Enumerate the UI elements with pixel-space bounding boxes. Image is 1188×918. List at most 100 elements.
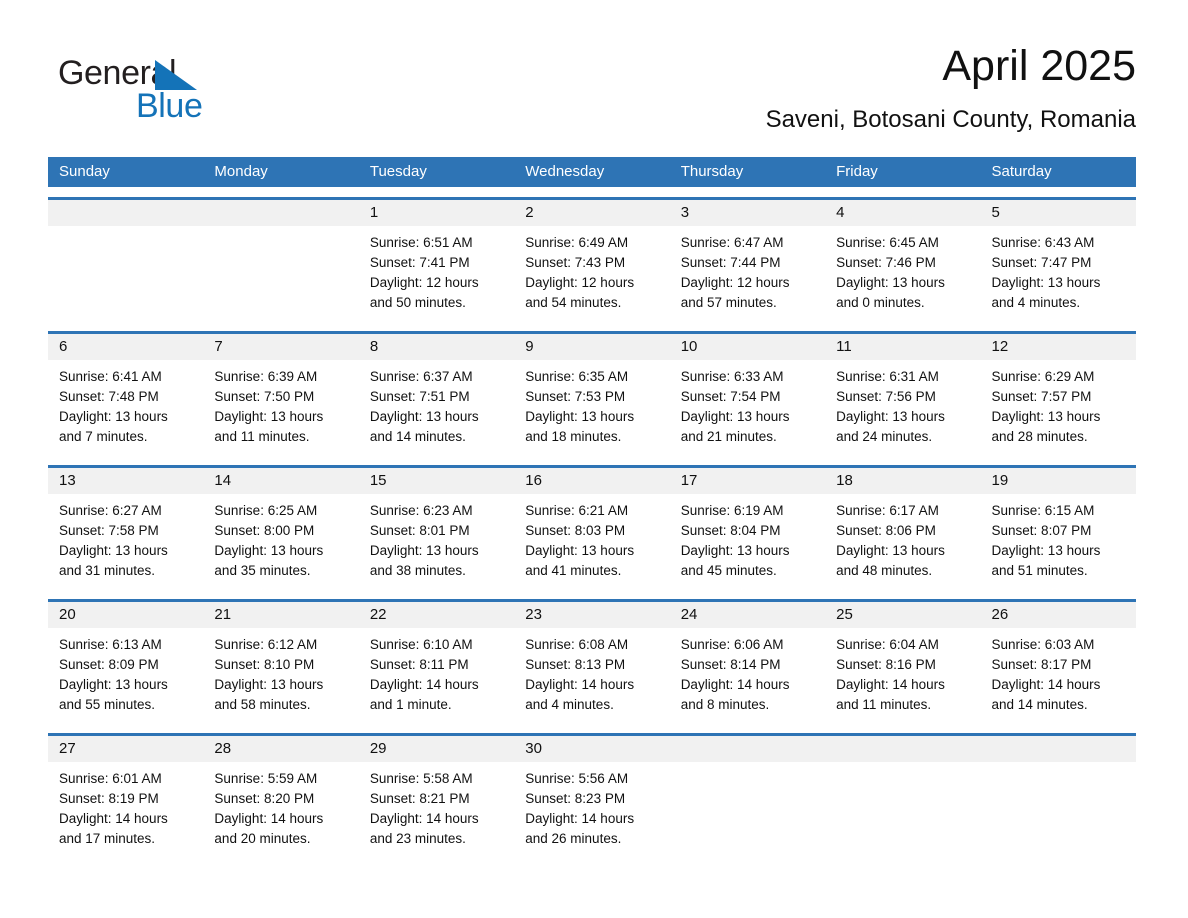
day-number[interactable]: 21 bbox=[203, 602, 358, 628]
sunset-text: Sunset: 8:16 PM bbox=[836, 657, 936, 672]
day-number[interactable]: 6 bbox=[48, 334, 203, 360]
day-number[interactable]: 12 bbox=[981, 334, 1136, 360]
sunset-text: Sunset: 8:13 PM bbox=[525, 657, 626, 672]
day-number[interactable]: 1 bbox=[359, 200, 514, 226]
sunrise-text: Sunrise: 6:01 AM bbox=[59, 771, 162, 786]
calendar-week-row: 20 21 22 23 24 25 26 Sunrise: 6:13 AM Su… bbox=[48, 599, 1136, 723]
day-number[interactable]: 8 bbox=[359, 334, 514, 360]
sunset-text: Sunset: 8:00 PM bbox=[214, 523, 315, 538]
sunrise-text: Sunrise: 6:19 AM bbox=[680, 503, 784, 518]
day-cell bbox=[203, 226, 358, 321]
day-number[interactable]: 26 bbox=[981, 602, 1136, 628]
day-number[interactable]: 18 bbox=[825, 468, 980, 494]
daylight-text: Daylight: 13 hours and 58 minutes. bbox=[214, 677, 324, 712]
sunrise-text: Sunrise: 6:39 AM bbox=[214, 369, 318, 384]
day-number[interactable] bbox=[981, 736, 1136, 762]
day-number[interactable]: 14 bbox=[203, 468, 358, 494]
weekday-header-monday: Monday bbox=[214, 163, 268, 180]
day-number[interactable]: 30 bbox=[514, 736, 669, 762]
sunrise-text: Sunrise: 6:31 AM bbox=[836, 369, 939, 384]
day-cell: Sunrise: 6:25 AM Sunset: 8:00 PM Dayligh… bbox=[203, 494, 358, 589]
daylight-text: Daylight: 13 hours and 4 minutes. bbox=[991, 275, 1101, 310]
sunset-text: Sunset: 7:58 PM bbox=[59, 523, 159, 538]
daylight-text: Daylight: 13 hours and 48 minutes. bbox=[836, 543, 945, 578]
daylight-text: Daylight: 13 hours and 41 minutes. bbox=[525, 543, 635, 578]
sunrise-text: Sunrise: 6:37 AM bbox=[369, 369, 473, 384]
day-number[interactable] bbox=[670, 736, 825, 762]
day-number[interactable]: 28 bbox=[203, 736, 358, 762]
sunset-text: Sunset: 8:07 PM bbox=[991, 523, 1092, 538]
title-block: April 2025 Saveni, Botosani County, Roma… bbox=[766, 40, 1136, 136]
week-date-band: 1 2 3 4 5 bbox=[48, 200, 1136, 226]
daylight-text: Daylight: 13 hours and 31 minutes. bbox=[59, 543, 168, 578]
daylight-text: Daylight: 14 hours and 14 minutes. bbox=[991, 677, 1101, 712]
day-number[interactable]: 16 bbox=[514, 468, 669, 494]
weekday-header-row: Sunday Monday Tuesday Wednesday Thursday… bbox=[48, 157, 1136, 187]
week-date-band: 13 14 15 16 17 18 19 bbox=[48, 468, 1136, 494]
day-number[interactable]: 19 bbox=[981, 468, 1136, 494]
day-number[interactable]: 22 bbox=[359, 602, 514, 628]
sunset-text: Sunset: 7:48 PM bbox=[59, 389, 159, 404]
daylight-text: Daylight: 13 hours and 0 minutes. bbox=[836, 275, 945, 310]
day-number[interactable]: 25 bbox=[825, 602, 980, 628]
day-number[interactable]: 2 bbox=[514, 200, 669, 226]
daylight-text: Daylight: 13 hours and 14 minutes. bbox=[369, 409, 479, 444]
sunset-text: Sunset: 7:50 PM bbox=[214, 389, 315, 404]
day-cell: Sunrise: 6:45 AM Sunset: 7:46 PM Dayligh… bbox=[825, 226, 980, 321]
day-cell: Sunrise: 6:29 AM Sunset: 7:57 PM Dayligh… bbox=[981, 360, 1136, 455]
sunset-text: Sunset: 7:53 PM bbox=[525, 389, 626, 404]
sunrise-text: Sunrise: 6:25 AM bbox=[214, 503, 318, 518]
week-detail-row: Sunrise: 6:41 AM Sunset: 7:48 PM Dayligh… bbox=[48, 360, 1136, 455]
sunset-text: Sunset: 8:06 PM bbox=[836, 523, 936, 538]
sunrise-text: Sunrise: 6:41 AM bbox=[59, 369, 162, 384]
sunrise-text: Sunrise: 6:33 AM bbox=[680, 369, 784, 384]
calendar-week-row: 6 7 8 9 10 11 12 Sunrise: 6:41 AM Sunset… bbox=[48, 331, 1136, 455]
day-number[interactable]: 17 bbox=[670, 468, 825, 494]
day-number[interactable] bbox=[48, 200, 203, 226]
calendar-week-row: 27 28 29 30 Sunrise: 6:01 AM Sunset: 8:1… bbox=[48, 733, 1136, 857]
calendar-page: General Blue April 2025 Saveni, Botosani… bbox=[0, 0, 1188, 918]
daylight-text: Daylight: 13 hours and 35 minutes. bbox=[214, 543, 324, 578]
day-number[interactable]: 10 bbox=[670, 334, 825, 360]
day-number[interactable]: 4 bbox=[825, 200, 980, 226]
sunrise-text: Sunrise: 5:58 AM bbox=[369, 771, 473, 786]
day-number[interactable] bbox=[825, 736, 980, 762]
day-number[interactable]: 5 bbox=[981, 200, 1136, 226]
day-number[interactable]: 24 bbox=[670, 602, 825, 628]
sunset-text: Sunset: 7:54 PM bbox=[680, 389, 781, 404]
page-title: April 2025 bbox=[942, 42, 1136, 90]
calendar-week-row: 1 2 3 4 5 Sunrise: 6:51 AM Sunset: 7:41 … bbox=[48, 197, 1136, 321]
day-number[interactable]: 15 bbox=[359, 468, 514, 494]
daylight-text: Daylight: 12 hours and 54 minutes. bbox=[525, 275, 635, 310]
sunset-text: Sunset: 8:23 PM bbox=[525, 791, 626, 806]
day-number[interactable]: 7 bbox=[203, 334, 358, 360]
day-number[interactable]: 13 bbox=[48, 468, 203, 494]
day-number[interactable]: 3 bbox=[670, 200, 825, 226]
weekday-header-thursday: Thursday bbox=[680, 163, 744, 180]
day-cell bbox=[670, 762, 825, 857]
day-number[interactable]: 27 bbox=[48, 736, 203, 762]
day-cell: Sunrise: 6:33 AM Sunset: 7:54 PM Dayligh… bbox=[670, 360, 825, 455]
day-number[interactable]: 20 bbox=[48, 602, 203, 628]
day-cell: Sunrise: 6:23 AM Sunset: 8:01 PM Dayligh… bbox=[359, 494, 514, 589]
day-cell: Sunrise: 6:08 AM Sunset: 8:13 PM Dayligh… bbox=[514, 628, 669, 723]
daylight-text: Daylight: 14 hours and 8 minutes. bbox=[680, 677, 790, 712]
day-number[interactable]: 11 bbox=[825, 334, 980, 360]
sunrise-text: Sunrise: 6:51 AM bbox=[369, 235, 473, 250]
sunset-text: Sunset: 7:51 PM bbox=[369, 389, 470, 404]
daylight-text: Daylight: 14 hours and 1 minute. bbox=[369, 677, 479, 712]
sunset-text: Sunset: 8:21 PM bbox=[369, 791, 470, 806]
day-cell: Sunrise: 6:39 AM Sunset: 7:50 PM Dayligh… bbox=[203, 360, 358, 455]
daylight-text: Daylight: 13 hours and 51 minutes. bbox=[991, 543, 1101, 578]
day-number[interactable]: 23 bbox=[514, 602, 669, 628]
day-cell: Sunrise: 6:41 AM Sunset: 7:48 PM Dayligh… bbox=[48, 360, 203, 455]
sunset-text: Sunset: 7:41 PM bbox=[369, 255, 470, 270]
sunset-text: Sunset: 8:10 PM bbox=[214, 657, 315, 672]
day-number[interactable] bbox=[203, 200, 358, 226]
page-subtitle: Saveni, Botosani County, Romania bbox=[765, 106, 1136, 133]
day-number[interactable]: 9 bbox=[514, 334, 669, 360]
weekday-header-saturday: Saturday bbox=[991, 163, 1052, 180]
sunset-text: Sunset: 8:19 PM bbox=[59, 791, 159, 806]
day-cell: Sunrise: 6:35 AM Sunset: 7:53 PM Dayligh… bbox=[514, 360, 669, 455]
day-number[interactable]: 29 bbox=[359, 736, 514, 762]
